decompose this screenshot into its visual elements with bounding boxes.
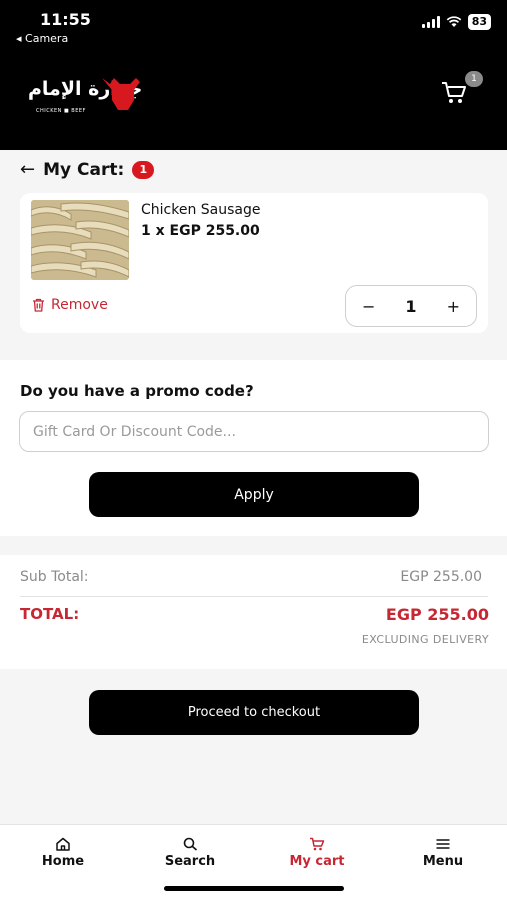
- quantity-value: 1: [405, 296, 417, 316]
- status-time: 11:55: [40, 10, 91, 29]
- promo-question: Do you have a promo code?: [20, 382, 254, 400]
- cart-title-row: ← My Cart: 1: [20, 159, 155, 180]
- decrease-quantity-button[interactable]: −: [362, 297, 375, 316]
- header-cart-badge: 1: [465, 71, 483, 87]
- total-value: EGP 255.00: [385, 605, 489, 624]
- cart-item-card: Chicken Sausage 1 x EGP 255.00 Remove − …: [20, 193, 488, 333]
- remove-label: Remove: [51, 297, 108, 313]
- home-indicator: [164, 886, 344, 891]
- subtotal-label: Sub Total:: [20, 569, 89, 585]
- tab-my-cart[interactable]: My cart: [262, 837, 372, 869]
- search-icon: [183, 837, 197, 851]
- product-image: [31, 200, 129, 280]
- back-arrow-icon[interactable]: ←: [20, 159, 35, 180]
- status-icons: 83: [421, 14, 491, 30]
- totals-divider: [20, 596, 488, 597]
- product-price: 1 x EGP 255.00: [141, 223, 260, 239]
- battery-indicator: 83: [467, 14, 491, 30]
- tab-search-label: Search: [164, 854, 216, 869]
- menu-icon: [436, 839, 450, 849]
- tab-menu-label: Menu: [422, 854, 464, 869]
- signal-icon: [421, 16, 440, 28]
- cart-count-badge: 1: [132, 160, 155, 179]
- subtotal-value: EGP 255.00: [400, 569, 482, 585]
- trash-icon: [33, 298, 44, 312]
- remove-item-button[interactable]: Remove: [32, 297, 108, 313]
- back-to-camera-link[interactable]: ◂ Camera: [16, 32, 68, 45]
- product-name: Chicken Sausage: [141, 202, 261, 218]
- proceed-to-checkout-button[interactable]: Proceed to checkout: [89, 690, 419, 735]
- home-icon: [56, 837, 70, 851]
- tab-search[interactable]: Search: [135, 837, 245, 869]
- tab-my-cart-label: My cart: [289, 854, 345, 869]
- brand-logo[interactable]: جزارة الإمام CHICKEN ■ BEEF: [22, 70, 147, 120]
- quantity-stepper: − 1 +: [345, 285, 477, 327]
- increase-quantity-button[interactable]: +: [447, 297, 460, 316]
- tab-home[interactable]: Home: [8, 837, 118, 869]
- apply-promo-button[interactable]: Apply: [89, 472, 419, 517]
- page-title: My Cart:: [43, 159, 125, 180]
- promo-code-input[interactable]: [19, 411, 489, 452]
- total-label: TOTAL:: [20, 605, 80, 623]
- bull-head-icon: [102, 78, 140, 110]
- header-cart-icon[interactable]: [440, 80, 468, 106]
- wifi-icon: [446, 16, 461, 27]
- tab-home-label: Home: [41, 854, 85, 869]
- cart-icon: [310, 837, 325, 851]
- delivery-note: EXCLUDING DELIVERY: [361, 633, 489, 646]
- logo-subtext: CHICKEN ■ BEEF: [36, 108, 86, 114]
- tab-menu[interactable]: Menu: [388, 837, 498, 869]
